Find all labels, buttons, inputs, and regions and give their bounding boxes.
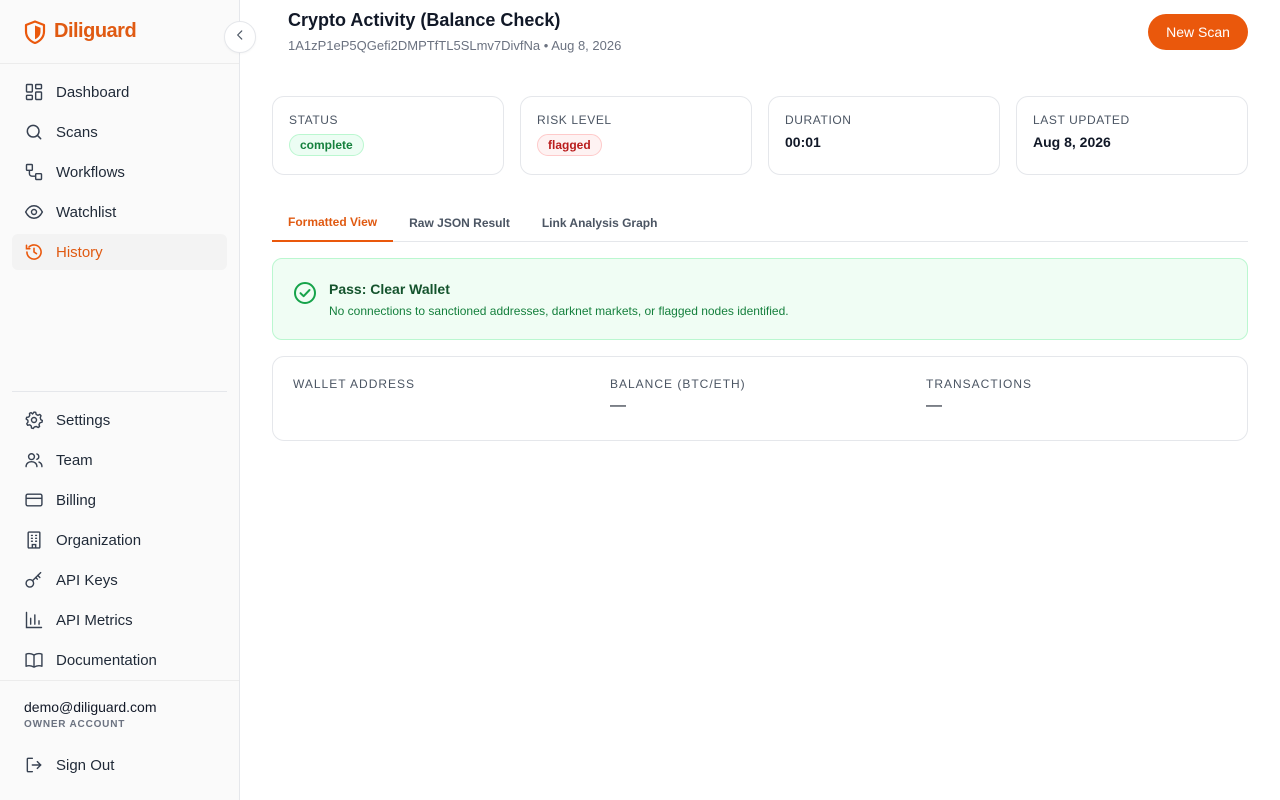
- shield-logo-icon: [24, 19, 46, 44]
- duration-card: DURATION 00:01: [768, 96, 1000, 175]
- new-scan-button[interactable]: New Scan: [1148, 14, 1248, 50]
- sidebar-item-label: Workflows: [56, 163, 125, 181]
- check-circle-icon: [293, 281, 317, 305]
- tab-link-analysis[interactable]: Link Analysis Graph: [526, 204, 674, 242]
- history-icon: [24, 242, 44, 262]
- sidebar-item-api-metrics[interactable]: API Metrics: [12, 602, 228, 638]
- main-content: Crypto Activity (Balance Check) 1A1zP1eP…: [240, 0, 1280, 800]
- duration-label: DURATION: [785, 113, 852, 127]
- transactions-label: TRANSACTIONS: [926, 377, 1033, 391]
- book-icon: [24, 650, 44, 670]
- transactions-field: TRANSACTIONS —: [926, 377, 1032, 415]
- sidebar-item-billing[interactable]: Billing: [12, 482, 228, 518]
- sidebar-item-watchlist[interactable]: Watchlist: [12, 194, 227, 230]
- balance-field: BALANCE (BTC/ETH) —: [610, 377, 746, 415]
- sidebar-item-documentation[interactable]: Documentation: [12, 642, 228, 678]
- users-icon: [24, 450, 44, 470]
- risk-label: RISK LEVEL: [537, 113, 612, 127]
- user-email: demo@diliguard.com: [24, 699, 157, 715]
- sidebar-item-api-keys[interactable]: API Keys: [12, 562, 228, 598]
- risk-badge: flagged: [537, 134, 602, 156]
- gear-icon: [24, 410, 44, 430]
- status-badge: complete: [289, 134, 364, 156]
- nav-divider: [12, 391, 227, 392]
- risk-card: RISK LEVEL flagged: [520, 96, 752, 175]
- key-icon: [24, 570, 44, 590]
- sidebar-item-label: Dashboard: [56, 83, 130, 101]
- status-label: STATUS: [289, 113, 339, 127]
- sidebar-item-label: Documentation: [56, 651, 157, 669]
- sidebar-item-team[interactable]: Team: [12, 442, 228, 478]
- alert-description: No connections to sanctioned addresses, …: [329, 304, 789, 318]
- sign-out-button[interactable]: Sign Out: [12, 747, 228, 783]
- duration-value: 00:01: [785, 134, 821, 150]
- summary-cards: STATUS complete RISK LEVEL flagged DURAT…: [272, 96, 1248, 175]
- balance-value: —: [610, 397, 626, 414]
- alert-title: Pass: Clear Wallet: [329, 281, 450, 297]
- last-updated-label: LAST UPDATED: [1033, 113, 1130, 127]
- secondary-nav: Settings Team Billing Organization API K…: [12, 402, 228, 682]
- sidebar-item-dashboard[interactable]: Dashboard: [12, 74, 227, 110]
- page-subtitle: 1A1zP1eP5QGefi2DMPTfTL5SLmv7DivfNa • Aug…: [288, 38, 622, 53]
- sidebar-item-organization[interactable]: Organization: [12, 522, 228, 558]
- sidebar-item-label: Organization: [56, 531, 142, 549]
- sidebar-item-history[interactable]: History: [12, 234, 227, 270]
- workflow-icon: [24, 162, 44, 182]
- sidebar-item-workflows[interactable]: Workflows: [12, 154, 227, 190]
- search-icon: [24, 122, 44, 142]
- last-updated-card: LAST UPDATED Aug 8, 2026: [1016, 96, 1248, 175]
- sidebar: Diliguard Dashboard Scans Workflows Watc…: [0, 0, 256, 800]
- app-root: Diliguard Dashboard Scans Workflows Watc…: [0, 0, 1280, 800]
- sign-out-label: Sign Out: [56, 756, 115, 774]
- credit-card-icon: [24, 490, 44, 510]
- sidebar-item-label: Team: [56, 451, 93, 469]
- sidebar-item-label: Scans: [56, 123, 98, 141]
- tab-raw-json[interactable]: Raw JSON Result: [393, 204, 526, 242]
- brand-name: Diliguard: [54, 20, 137, 42]
- wallet-address-label: WALLET ADDRESS: [293, 377, 416, 391]
- pass-alert: Pass: Clear Wallet No connections to san…: [272, 258, 1248, 340]
- user-area: demo@diliguard.com OWNER ACCOUNT Sign Ou…: [0, 680, 239, 774]
- wallet-details: WALLET ADDRESS BALANCE (BTC/ETH) — TRANS…: [272, 356, 1248, 441]
- bar-chart-icon: [24, 610, 44, 630]
- sidebar-item-label: API Keys: [56, 571, 118, 589]
- transactions-value: —: [926, 397, 942, 414]
- sidebar-item-label: API Metrics: [56, 611, 133, 629]
- sidebar-item-settings[interactable]: Settings: [12, 402, 228, 438]
- building-icon: [24, 530, 44, 550]
- sidebar-item-label: History: [56, 243, 103, 261]
- primary-nav: Dashboard Scans Workflows Watchlist Hist…: [0, 64, 239, 270]
- collapse-sidebar-button[interactable]: [224, 21, 256, 53]
- log-out-icon: [24, 755, 44, 775]
- eye-icon: [24, 202, 44, 222]
- balance-label: BALANCE (BTC/ETH): [610, 377, 746, 391]
- tab-formatted-view[interactable]: Formatted View: [272, 204, 394, 242]
- brand[interactable]: Diliguard: [0, 0, 239, 64]
- wallet-address-field: WALLET ADDRESS: [293, 377, 415, 397]
- user-role: OWNER ACCOUNT: [24, 719, 126, 730]
- chevron-left-icon: [233, 28, 247, 47]
- sidebar-item-label: Settings: [56, 411, 111, 429]
- status-card: STATUS complete: [272, 96, 504, 175]
- page-title: Crypto Activity (Balance Check): [288, 10, 561, 30]
- sidebar-item-label: Watchlist: [56, 203, 117, 221]
- last-updated-value: Aug 8, 2026: [1033, 134, 1111, 150]
- sidebar-item-label: Billing: [56, 491, 97, 509]
- signout-wrapper: Sign Out: [12, 747, 228, 787]
- result-tabs: Formatted View Raw JSON Result Link Anal…: [272, 204, 1248, 242]
- sidebar-item-scans[interactable]: Scans: [12, 114, 227, 150]
- dashboard-icon: [24, 82, 44, 102]
